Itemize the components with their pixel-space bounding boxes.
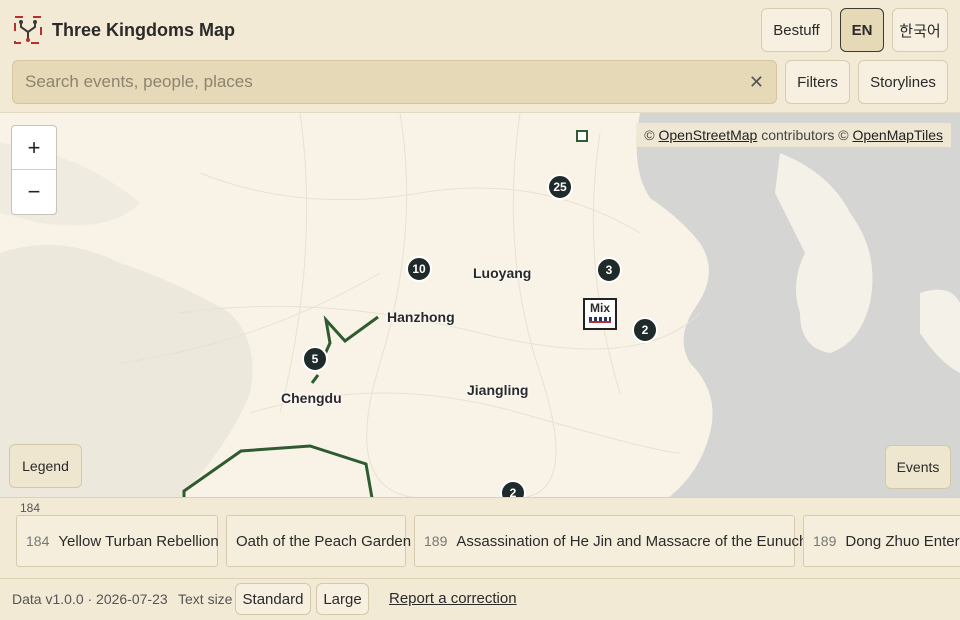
cluster-marker[interactable]: 3 [596,257,622,283]
event-card[interactable]: 184 Yellow Turban Rebellion [16,515,219,567]
cluster-marker[interactable]: 10 [406,256,432,282]
clear-icon[interactable]: ✕ [749,72,764,93]
zoom-control: + − [11,125,57,215]
map-square-marker[interactable] [576,130,588,142]
timeline-year-marker: 184 [20,501,41,515]
bestuff-button[interactable]: Bestuff [761,8,832,52]
lang-ko-button[interactable]: 한국어 [892,8,948,52]
map-base-layer [0,113,960,497]
map-view[interactable]: + − © OpenStreetMap contributors © OpenM… [0,112,960,497]
cluster-marker[interactable]: 5 [302,346,328,372]
app-title: Three Kingdoms Map [52,20,236,40]
cluster-marker[interactable]: 25 [547,174,573,200]
event-card[interactable]: 189 Dong Zhuo Enters [803,515,960,567]
city-label-luoyang: Luoyang [473,265,532,281]
event-card[interactable]: 189 Assassination of He Jin and Massacre… [414,515,815,567]
storylines-button[interactable]: Storylines [858,60,948,104]
cluster-marker[interactable]: 2 [632,317,658,343]
city-label-hanzhong: Hanzhong [387,309,455,325]
lang-en-button[interactable]: EN [840,8,884,52]
text-size-label: Text size [178,591,233,607]
footer: Data v1.0.0 · 2026-07-23 Text size Stand… [0,578,960,620]
data-version: Data v1.0.0 · 2026-07-23 [12,591,168,607]
city-label-chengdu: Chengdu [281,390,342,406]
legend-button[interactable]: Legend [9,444,82,488]
event-timeline: 184 184 Yellow Turban Rebellion Oath of … [0,497,960,577]
event-card[interactable]: Oath of the Peach Garden [226,515,411,567]
filters-button[interactable]: Filters [785,60,850,104]
text-size-large-button[interactable]: Large [316,583,369,615]
mix-marker[interactable]: Mix [583,298,617,330]
city-label-jiangling: Jiangling [467,382,529,398]
map-attribution: © OpenStreetMap contributors © OpenMapTi… [636,123,951,147]
app-logo-icon [14,16,42,44]
events-button[interactable]: Events [885,445,951,489]
zoom-out-button[interactable]: − [12,170,56,214]
mix-flag-icon [589,317,611,323]
report-correction-link[interactable]: Report a correction [389,590,517,607]
search-bar: ✕ [12,60,777,104]
text-size-standard-button[interactable]: Standard [235,583,311,615]
app-header: Three Kingdoms Map Bestuff EN 한국어 [0,0,960,60]
omt-link[interactable]: OpenMapTiles [852,127,943,143]
zoom-in-button[interactable]: + [12,126,56,170]
search-input[interactable] [25,61,725,103]
osm-link[interactable]: OpenStreetMap [658,127,757,143]
